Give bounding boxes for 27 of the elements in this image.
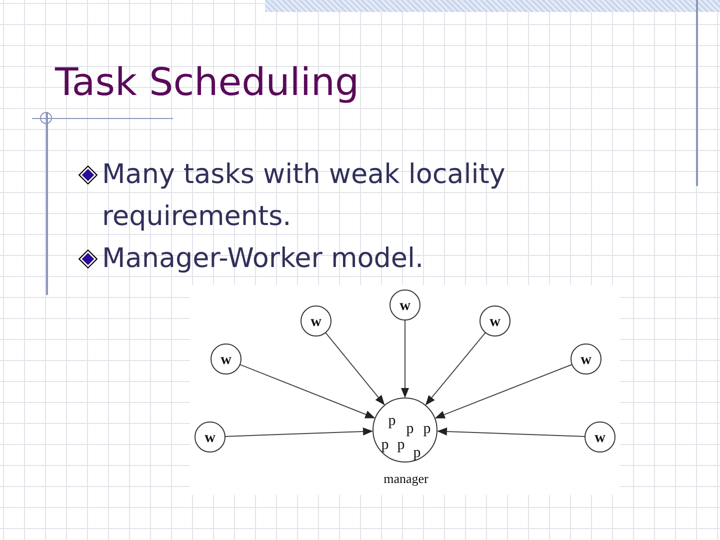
bullet-text: Many tasks with weak locality requirements. — [102, 158, 506, 234]
worker-node — [210, 344, 242, 374]
manager-node — [372, 398, 438, 462]
worker-label: w — [594, 430, 606, 446]
process-label: p — [413, 445, 421, 461]
bullet-text: Manager-Worker model. — [102, 242, 424, 276]
worker-label: w — [490, 314, 500, 330]
process-label: p — [423, 421, 431, 437]
worker-node — [570, 344, 602, 374]
process-label: p — [406, 421, 414, 437]
worker-label: w — [204, 430, 216, 446]
worker-label: w — [400, 298, 410, 314]
worker-node — [480, 306, 510, 336]
worker-node — [194, 422, 226, 452]
worker-label: w — [310, 314, 322, 330]
worker-node — [300, 306, 332, 336]
worker-node — [584, 422, 616, 452]
process-label: p — [397, 437, 405, 453]
slide-title: Task Scheduling — [55, 59, 360, 106]
worker-label: w — [220, 352, 232, 368]
diamond-bullet-icon — [78, 249, 98, 269]
diamond-bullet-icon — [78, 165, 98, 185]
process-label: p — [381, 437, 389, 453]
manager-label: manager — [384, 471, 428, 486]
worker-label: w — [580, 352, 592, 368]
worker-node — [390, 290, 420, 320]
process-label: p — [388, 413, 396, 429]
